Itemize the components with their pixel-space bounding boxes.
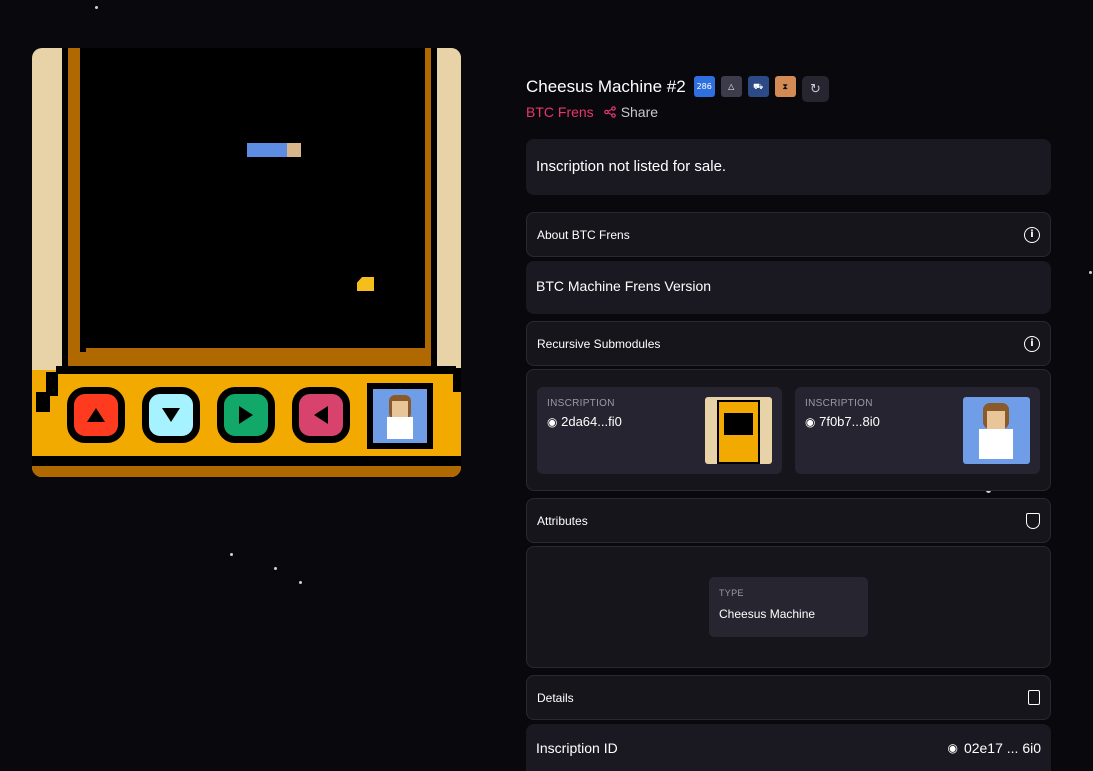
listing-status-card: Inscription not listed for sale. — [526, 139, 1051, 195]
inscription-id-value[interactable]: ◉ 02e17 ... 6i0 — [947, 740, 1041, 756]
share-label: Share — [620, 104, 659, 120]
collection-link[interactable]: BTC Frens — [526, 104, 594, 120]
pyramid-badge[interactable]: △ — [720, 76, 742, 97]
recursive-submodules-header[interactable]: Recursive Submodules i — [526, 321, 1051, 366]
inscription-icon: ◉ — [947, 741, 958, 755]
286-badge[interactable]: 286 — [693, 76, 715, 97]
panel-base — [32, 466, 461, 477]
attribute-card[interactable]: TYPE Cheesus Machine — [709, 577, 868, 637]
listing-status-text: Inscription not listed for sale. — [536, 158, 727, 175]
right-arrow-button — [217, 387, 275, 443]
submodule-thumbnail — [705, 397, 772, 464]
submodule-label: INSCRIPTION — [805, 398, 873, 409]
character-robe — [979, 429, 1013, 459]
submodule-id-text: 7f0b7...8i0 — [819, 414, 880, 429]
particle — [95, 6, 98, 9]
left-arrow-icon — [314, 406, 328, 424]
submodule-label: INSCRIPTION — [547, 398, 615, 409]
panel-edge — [453, 368, 461, 392]
hourglass-badge[interactable]: ⧗ — [774, 76, 796, 97]
info-icon[interactable]: i — [1024, 335, 1040, 352]
submodule-thumbnail — [963, 397, 1030, 464]
attribute-label: TYPE — [719, 588, 744, 598]
submodule-card[interactable]: INSCRIPTION ◉ 2da64...fi0 — [537, 387, 782, 474]
particle — [1089, 271, 1092, 274]
refresh-icon: ↻ — [810, 81, 821, 97]
inscription-icon: ◉ — [805, 415, 816, 429]
shield-icon — [1026, 512, 1040, 529]
attributes-title: Attributes — [537, 513, 588, 528]
up-arrow-icon — [87, 408, 105, 422]
panel-edge — [56, 366, 456, 374]
document-icon — [1028, 690, 1040, 705]
submodule-id[interactable]: ◉ 2da64...fi0 — [547, 414, 622, 429]
player-face — [287, 143, 301, 157]
particle — [274, 567, 277, 570]
details-header[interactable]: Details — [526, 675, 1051, 720]
character-portrait — [367, 383, 433, 449]
page-root: Cheesus Machine #2 286 △ ⛟ ⧗ ↻ BTC Frens… — [0, 0, 1093, 771]
character-face — [987, 411, 1005, 429]
game-screen — [84, 48, 425, 348]
submodule-card[interactable]: INSCRIPTION ◉ 7f0b7...8i0 — [795, 387, 1040, 474]
up-arrow-button — [67, 387, 125, 443]
submodule-id[interactable]: ◉ 7f0b7...8i0 — [805, 414, 880, 429]
down-arrow-button — [142, 387, 200, 443]
inscription-title: Cheesus Machine #2 — [526, 76, 686, 96]
inscription-artwork[interactable] — [32, 48, 461, 477]
panel-edge — [36, 392, 50, 412]
panel-edge — [32, 456, 461, 466]
cart-badge[interactable]: ⛟ — [747, 76, 769, 97]
info-icon[interactable]: i — [1024, 226, 1040, 243]
right-arrow-icon — [239, 406, 253, 424]
share-button[interactable]: Share — [603, 104, 659, 120]
inscription-id-label: Inscription ID — [536, 740, 618, 756]
about-collection-header[interactable]: About BTC Frens i — [526, 212, 1051, 257]
inscription-icon: ◉ — [547, 415, 558, 429]
cabinet-side — [437, 48, 461, 368]
collection-description: BTC Machine Frens Version — [536, 278, 712, 294]
submodule-id-text: 2da64...fi0 — [561, 414, 622, 429]
title-row: Cheesus Machine #2 286 △ ⛟ ⧗ — [526, 76, 796, 97]
attributes-panel: TYPE Cheesus Machine — [526, 546, 1051, 668]
character-robe — [387, 417, 413, 439]
arcade-screen-thumb — [724, 413, 753, 435]
about-description-card: BTC Machine Frens Version — [526, 261, 1051, 314]
refresh-button[interactable]: ↻ — [802, 76, 829, 102]
about-collection-title: About BTC Frens — [537, 227, 630, 242]
inscription-id-row: Inscription ID ◉ 02e17 ... 6i0 — [526, 724, 1051, 771]
share-icon — [603, 106, 616, 118]
particle — [230, 553, 233, 556]
character-face — [392, 401, 408, 417]
left-arrow-button — [292, 387, 350, 443]
submodules-list: INSCRIPTION ◉ 2da64...fi0 INSCRIPTION ◉ … — [526, 369, 1051, 491]
frame-edge — [62, 48, 68, 374]
inscription-id-text: 02e17 ... 6i0 — [963, 740, 1041, 756]
particle — [299, 581, 302, 584]
recursive-submodules-title: Recursive Submodules — [537, 336, 661, 351]
portrait-bg — [373, 389, 427, 443]
collection-row: BTC Frens Share — [526, 104, 658, 120]
details-title: Details — [537, 690, 574, 705]
down-arrow-icon — [162, 408, 180, 422]
attribute-value: Cheesus Machine — [719, 607, 816, 621]
attributes-header[interactable]: Attributes — [526, 498, 1051, 543]
